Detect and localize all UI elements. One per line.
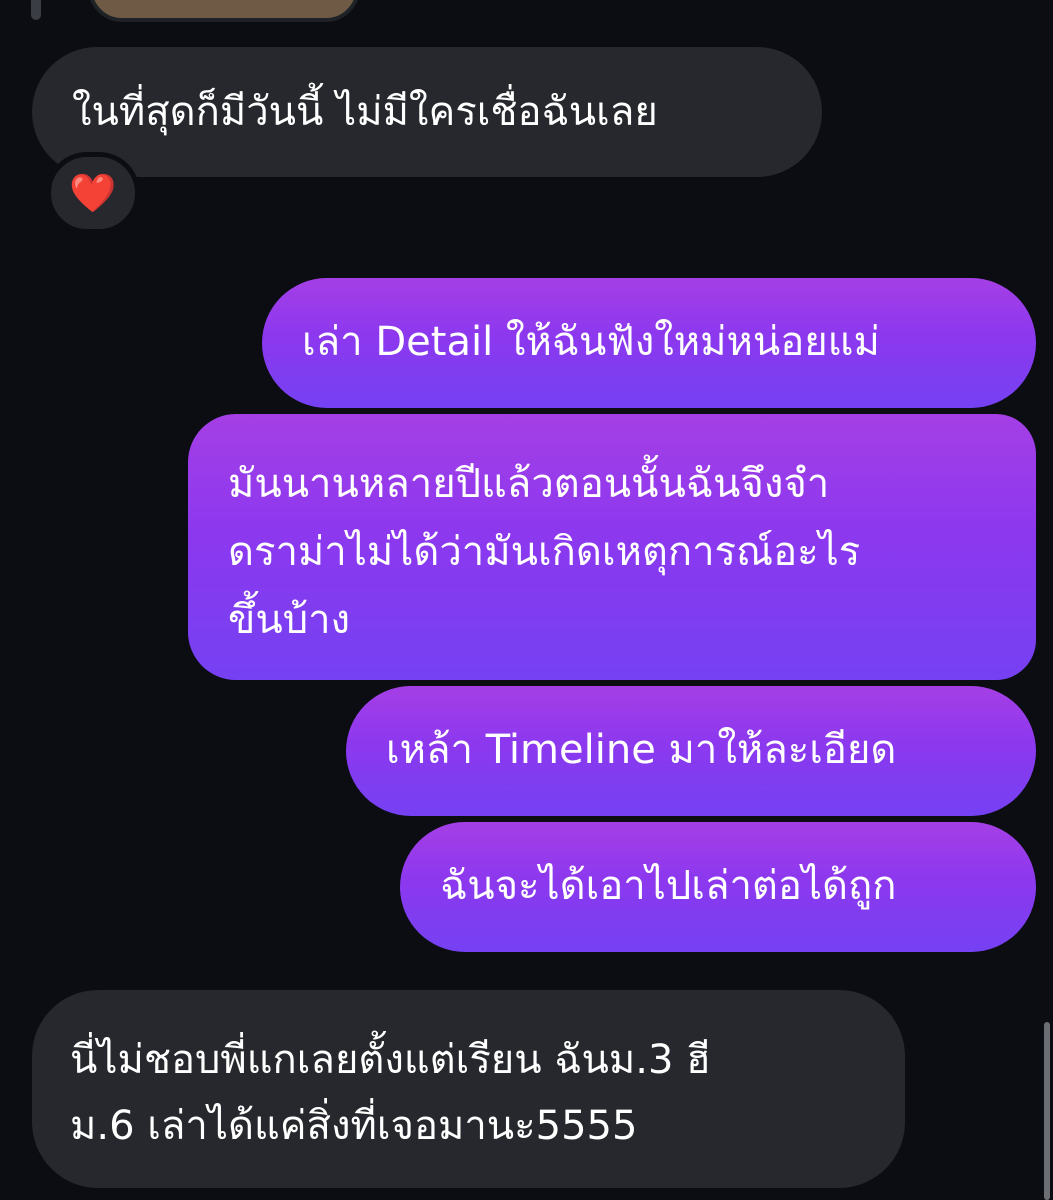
message-text: เหล้า Timeline มาให้ละเอียด [386,727,897,773]
message-text-line: ม.6 เล่าได้แค่สิ่งที่เจอมานะ5555 [70,1103,638,1149]
message-reaction[interactable]: ❤️ [46,152,140,234]
message-text: ฉันจะได้เอาไปเล่าต่อได้ถูก [440,863,897,909]
message-text-line: มันนานหลายปีแล้วตอนนั้นฉันจึงจำ [228,461,830,507]
incoming-message-bubble[interactable]: นี่ไม่ชอบพี่แกเลยตั้งแต่เรียน ฉันม.3 ฮี … [32,990,905,1188]
message-text: ในที่สุดก็มีวันนี้ ไม่มีใครเชื่อฉันเลย [72,89,658,135]
message-text-line: ดราม่าไม่ได้ว่ามันเกิดเหตุการณ์อะไร [228,529,861,575]
heart-icon: ❤️ [69,170,117,215]
media-attachment-thumbnail[interactable] [88,0,360,22]
outgoing-message-bubble[interactable]: เล่า Detail ให้ฉันฟังใหม่หน่อยแม่ [262,278,1036,408]
message-text-line: ขึ้นบ้าง [228,597,351,643]
scrollbar-thumb[interactable] [1044,1022,1050,1200]
chat-thread: ในที่สุดก็มีวันนี้ ไม่มีใครเชื่อฉันเลย ❤… [0,0,1053,1200]
scroll-edge-indicator [31,0,41,20]
message-text: เล่า Detail ให้ฉันฟังใหม่หน่อยแม่ [302,319,880,365]
incoming-message-bubble[interactable]: ในที่สุดก็มีวันนี้ ไม่มีใครเชื่อฉันเลย [32,47,822,177]
outgoing-message-bubble[interactable]: ฉันจะได้เอาไปเล่าต่อได้ถูก [400,822,1036,952]
outgoing-message-bubble[interactable]: เหล้า Timeline มาให้ละเอียด [346,686,1036,816]
message-text-line: นี่ไม่ชอบพี่แกเลยตั้งแต่เรียน ฉันม.3 ฮี [70,1037,711,1083]
outgoing-message-bubble[interactable]: มันนานหลายปีแล้วตอนนั้นฉันจึงจำ ดราม่าไม… [188,414,1036,680]
